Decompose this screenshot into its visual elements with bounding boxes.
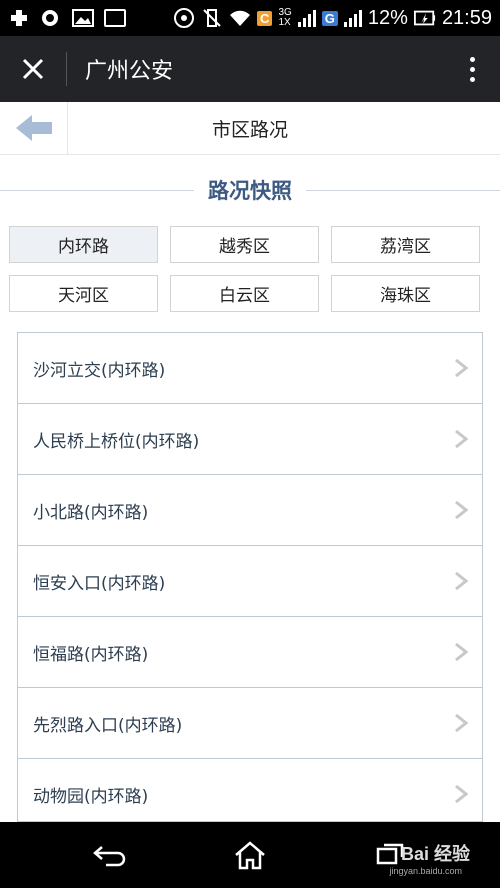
watermark: Bai 经验 — [400, 844, 470, 864]
list-item[interactable]: 动物园(内环路) — [18, 759, 482, 821]
battery-icon — [413, 8, 436, 28]
section-title: 路况快照 — [208, 179, 292, 203]
heading-rule-left — [0, 189, 194, 191]
list-item[interactable]: 先烈路入口(内环路) — [18, 688, 482, 759]
close-button[interactable] — [0, 36, 66, 102]
route-label: 恒安入口(内环路) — [33, 573, 166, 594]
route-label: 沙河立交(内环路) — [33, 360, 166, 381]
battery-percent: 12% — [367, 6, 408, 29]
tab-liwan[interactable]: 荔湾区 — [331, 226, 480, 263]
district-tabs: 内环路 越秀区 荔湾区 天河区 白云区 海珠区 — [9, 226, 491, 312]
chevron-right-icon — [455, 713, 468, 733]
list-item[interactable]: 恒安入口(内环路) — [18, 546, 482, 617]
page-title: 市区路况 — [211, 118, 288, 141]
system-nav-bar: Bai 经验 jingyan.baidu.com — [0, 822, 500, 888]
add-icon — [8, 8, 30, 28]
more-dot — [469, 76, 475, 82]
list-item[interactable]: 沙河立交(内环路) — [18, 333, 482, 404]
route-label: 恒福路(内环路) — [33, 644, 149, 665]
card-icon — [104, 9, 126, 27]
list-item[interactable]: 恒福路(内环路) — [18, 617, 482, 688]
back-button[interactable] — [0, 101, 68, 155]
network-type: 3G 1X — [278, 7, 292, 28]
sync-icon — [173, 8, 195, 28]
home-nav-button[interactable] — [230, 837, 270, 873]
tab-inner-ring[interactable]: 内环路 — [9, 226, 158, 263]
chevron-right-icon — [455, 358, 468, 378]
route-label: 小北路(内环路) — [33, 502, 149, 523]
app-title-bar: 广州公安 — [0, 36, 500, 102]
more-dot — [469, 66, 475, 72]
chevron-right-icon — [455, 642, 468, 662]
list-item[interactable]: 小北路(内环路) — [18, 475, 482, 546]
back-nav-button[interactable] — [90, 837, 130, 873]
clock: 21:59 — [441, 6, 492, 29]
list-item[interactable]: 人民桥上桥位(内环路) — [18, 404, 482, 475]
app-title: 广州公安 — [85, 59, 174, 84]
route-label: 人民桥上桥位(内环路) — [33, 431, 200, 452]
back-icon — [93, 846, 126, 867]
chevron-right-icon — [455, 571, 468, 591]
close-icon — [22, 58, 44, 80]
back-arrow-icon — [15, 115, 52, 141]
image-icon — [72, 8, 94, 28]
c-badge: C — [257, 10, 273, 26]
chevron-right-icon — [455, 429, 468, 449]
route-label: 先烈路入口(内环路) — [33, 715, 183, 736]
tab-haizhu[interactable]: 海珠区 — [331, 275, 480, 312]
section-heading: 路况快照 — [0, 170, 500, 210]
page-header: 市区路况 — [0, 101, 500, 155]
wifi-icon — [229, 8, 251, 28]
heading-rule-right — [306, 189, 500, 191]
status-bar: C 3G 1X G 12% 21:59 — [0, 0, 500, 36]
route-label: 动物园(内环路) — [33, 786, 149, 807]
vibrate-icon — [201, 8, 223, 28]
chevron-right-icon — [455, 500, 468, 520]
signal-icon-2 — [343, 9, 362, 27]
more-menu-button[interactable] — [444, 36, 500, 102]
tab-yuexiu[interactable]: 越秀区 — [170, 226, 319, 263]
more-dot — [469, 56, 475, 62]
g-badge: G — [321, 10, 338, 26]
signal-icon — [297, 9, 316, 27]
app-notification-icon — [40, 8, 62, 28]
home-icon — [235, 841, 265, 870]
route-list: 沙河立交(内环路) 人民桥上桥位(内环路) 小北路(内环路) 恒安入口(内环路)… — [17, 332, 483, 822]
tab-baiyun[interactable]: 白云区 — [170, 275, 319, 312]
tab-tianhe[interactable]: 天河区 — [9, 275, 158, 312]
chevron-right-icon — [455, 784, 468, 804]
watermark-url: jingyan.baidu.com — [389, 866, 462, 876]
